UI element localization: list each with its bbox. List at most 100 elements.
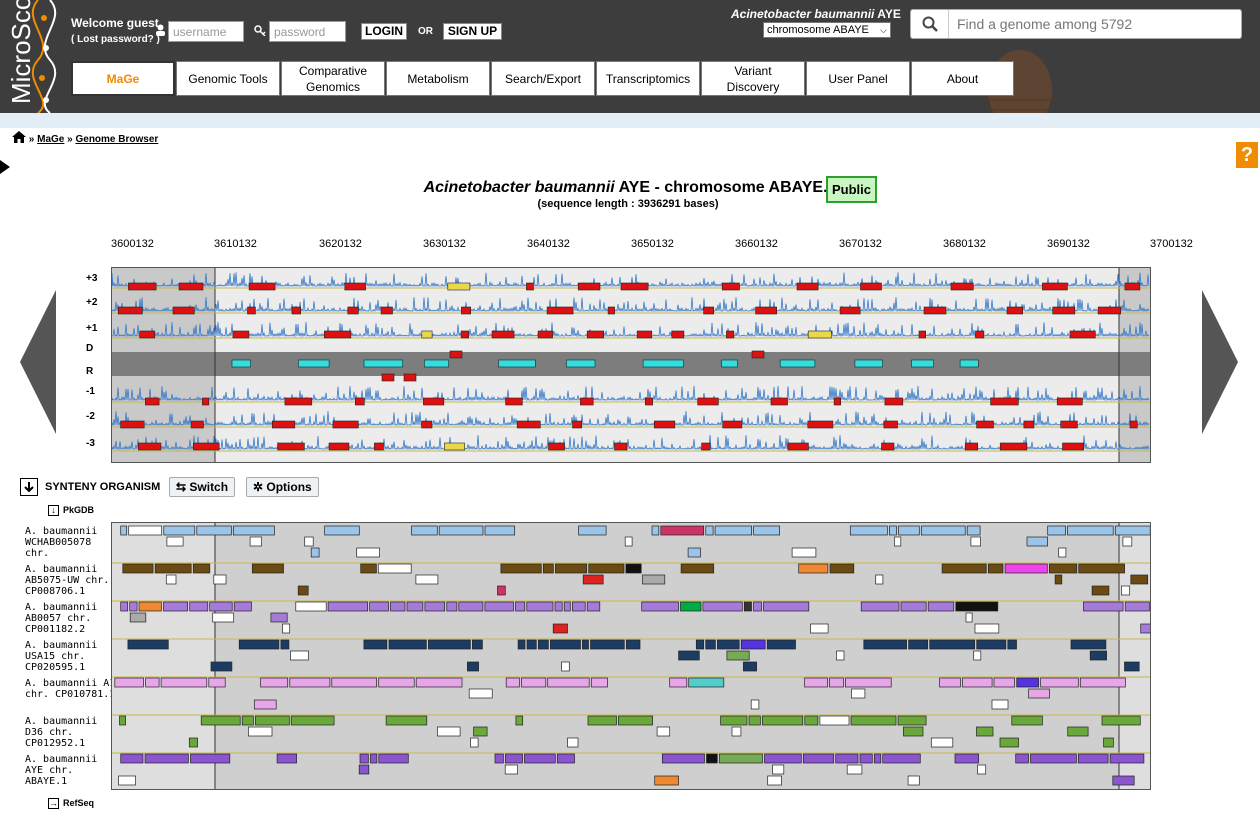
synteny-block[interactable] — [424, 601, 446, 612]
synteny-block[interactable] — [966, 525, 981, 536]
synteny-block[interactable] — [233, 601, 252, 612]
synteny-block[interactable] — [282, 623, 291, 634]
synteny-block[interactable] — [927, 601, 955, 612]
synteny-block[interactable] — [241, 715, 254, 726]
synteny-block[interactable] — [556, 753, 575, 764]
cds-feature[interactable] — [421, 420, 433, 429]
synteny-block[interactable] — [470, 737, 479, 748]
organism-label[interactable]: CP001182.2 — [25, 624, 85, 635]
synteny-block[interactable] — [210, 661, 233, 672]
synteny-block[interactable] — [851, 688, 866, 699]
tab-transcriptomics[interactable]: Transcriptomics — [596, 61, 700, 96]
synteny-block[interactable] — [415, 677, 463, 688]
synteny-block[interactable] — [1103, 737, 1114, 748]
synteny-block[interactable] — [894, 536, 902, 547]
synteny-block[interactable] — [129, 601, 138, 612]
synteny-block[interactable] — [819, 715, 850, 726]
synteny-collapse-toggle[interactable] — [20, 478, 38, 496]
organism-label[interactable]: CP020595.1 — [25, 662, 85, 673]
synteny-block[interactable] — [1047, 525, 1066, 536]
cds-feature[interactable] — [247, 306, 256, 315]
cds-feature[interactable] — [381, 373, 395, 382]
cds-feature[interactable] — [883, 420, 898, 429]
synteny-block[interactable] — [363, 639, 388, 650]
synteny-block[interactable] — [941, 563, 987, 574]
cds-feature[interactable] — [328, 442, 350, 451]
rna-feature[interactable] — [231, 359, 251, 368]
synteny-block[interactable] — [1091, 585, 1110, 596]
synteny-block[interactable] — [1121, 585, 1131, 596]
synteny-block[interactable] — [954, 753, 979, 764]
synteny-block[interactable] — [255, 715, 290, 726]
synteny-block[interactable] — [370, 753, 378, 764]
synteny-block[interactable] — [625, 639, 641, 650]
synteny-block[interactable] — [1040, 677, 1079, 688]
cds-feature[interactable] — [172, 306, 195, 315]
cds-feature[interactable] — [444, 442, 465, 451]
synteny-block[interactable] — [587, 715, 617, 726]
synteny-block[interactable] — [965, 612, 973, 623]
synteny-block[interactable] — [260, 677, 289, 688]
cds-feature[interactable] — [721, 282, 740, 291]
synteny-block[interactable] — [903, 726, 924, 737]
synteny-block[interactable] — [208, 677, 226, 688]
search-input[interactable]: Find a genome among 5792 — [957, 16, 1132, 32]
synteny-block[interactable] — [753, 601, 762, 612]
rna-feature[interactable] — [498, 359, 536, 368]
synteny-block[interactable] — [127, 639, 169, 650]
cds-feature[interactable] — [881, 442, 895, 451]
synteny-block[interactable] — [798, 563, 829, 574]
organism-label[interactable]: USA15 chr. — [25, 651, 85, 662]
synteny-block[interactable] — [324, 525, 360, 536]
synteny-block[interactable] — [145, 677, 160, 688]
synteny-block[interactable] — [521, 677, 547, 688]
cds-feature[interactable] — [636, 330, 653, 339]
synteny-block[interactable] — [578, 525, 607, 536]
synteny-block[interactable] — [1011, 715, 1043, 726]
synteny-block[interactable] — [129, 612, 147, 623]
synteny-canvas[interactable] — [112, 523, 1163, 792]
synteny-block[interactable] — [200, 715, 241, 726]
tab-metabolism[interactable]: Metabolism — [386, 61, 490, 96]
cds-feature[interactable] — [461, 306, 471, 315]
synteny-block[interactable] — [472, 639, 483, 650]
synteny-block[interactable] — [588, 563, 625, 574]
synteny-block[interactable] — [290, 715, 335, 726]
synteny-block[interactable] — [437, 726, 461, 737]
cds-feature[interactable] — [1056, 397, 1083, 406]
cds-feature[interactable] — [796, 282, 819, 291]
synteny-block[interactable] — [468, 688, 493, 699]
synteny-block[interactable] — [835, 753, 859, 764]
synteny-block[interactable] — [1026, 536, 1048, 547]
cds-feature[interactable] — [839, 306, 861, 315]
synteny-block[interactable] — [1067, 726, 1089, 737]
organism-label[interactable]: A. baumannii — [25, 602, 97, 613]
rna-feature[interactable] — [424, 359, 449, 368]
synteny-block[interactable] — [804, 677, 828, 688]
synteny-block[interactable] — [572, 601, 586, 612]
synteny-block[interactable] — [889, 525, 897, 536]
rna-feature[interactable] — [298, 359, 330, 368]
synteny-block[interactable] — [446, 601, 458, 612]
cds-feature[interactable] — [614, 442, 628, 451]
synteny-block[interactable] — [900, 601, 927, 612]
synteny-block[interactable] — [1077, 753, 1109, 764]
cds-feature[interactable] — [423, 397, 445, 406]
cds-feature[interactable] — [332, 420, 359, 429]
cds-feature[interactable] — [833, 397, 841, 406]
username-field[interactable]: username — [168, 21, 244, 42]
synteny-block[interactable] — [1004, 563, 1048, 574]
synteny-block[interactable] — [1140, 623, 1163, 634]
cds-feature[interactable] — [190, 420, 204, 429]
synteny-block[interactable] — [163, 525, 196, 536]
synteny-block[interactable] — [554, 601, 563, 612]
synteny-block[interactable] — [898, 525, 920, 536]
breadcrumb-mage[interactable]: MaGe — [37, 134, 64, 145]
synteny-block[interactable] — [680, 563, 715, 574]
synteny-block[interactable] — [743, 661, 757, 672]
synteny-block[interactable] — [388, 639, 427, 650]
synteny-block[interactable] — [290, 650, 309, 661]
synteny-block[interactable] — [970, 536, 981, 547]
synteny-block[interactable] — [232, 525, 275, 536]
cds-feature[interactable] — [291, 306, 301, 315]
